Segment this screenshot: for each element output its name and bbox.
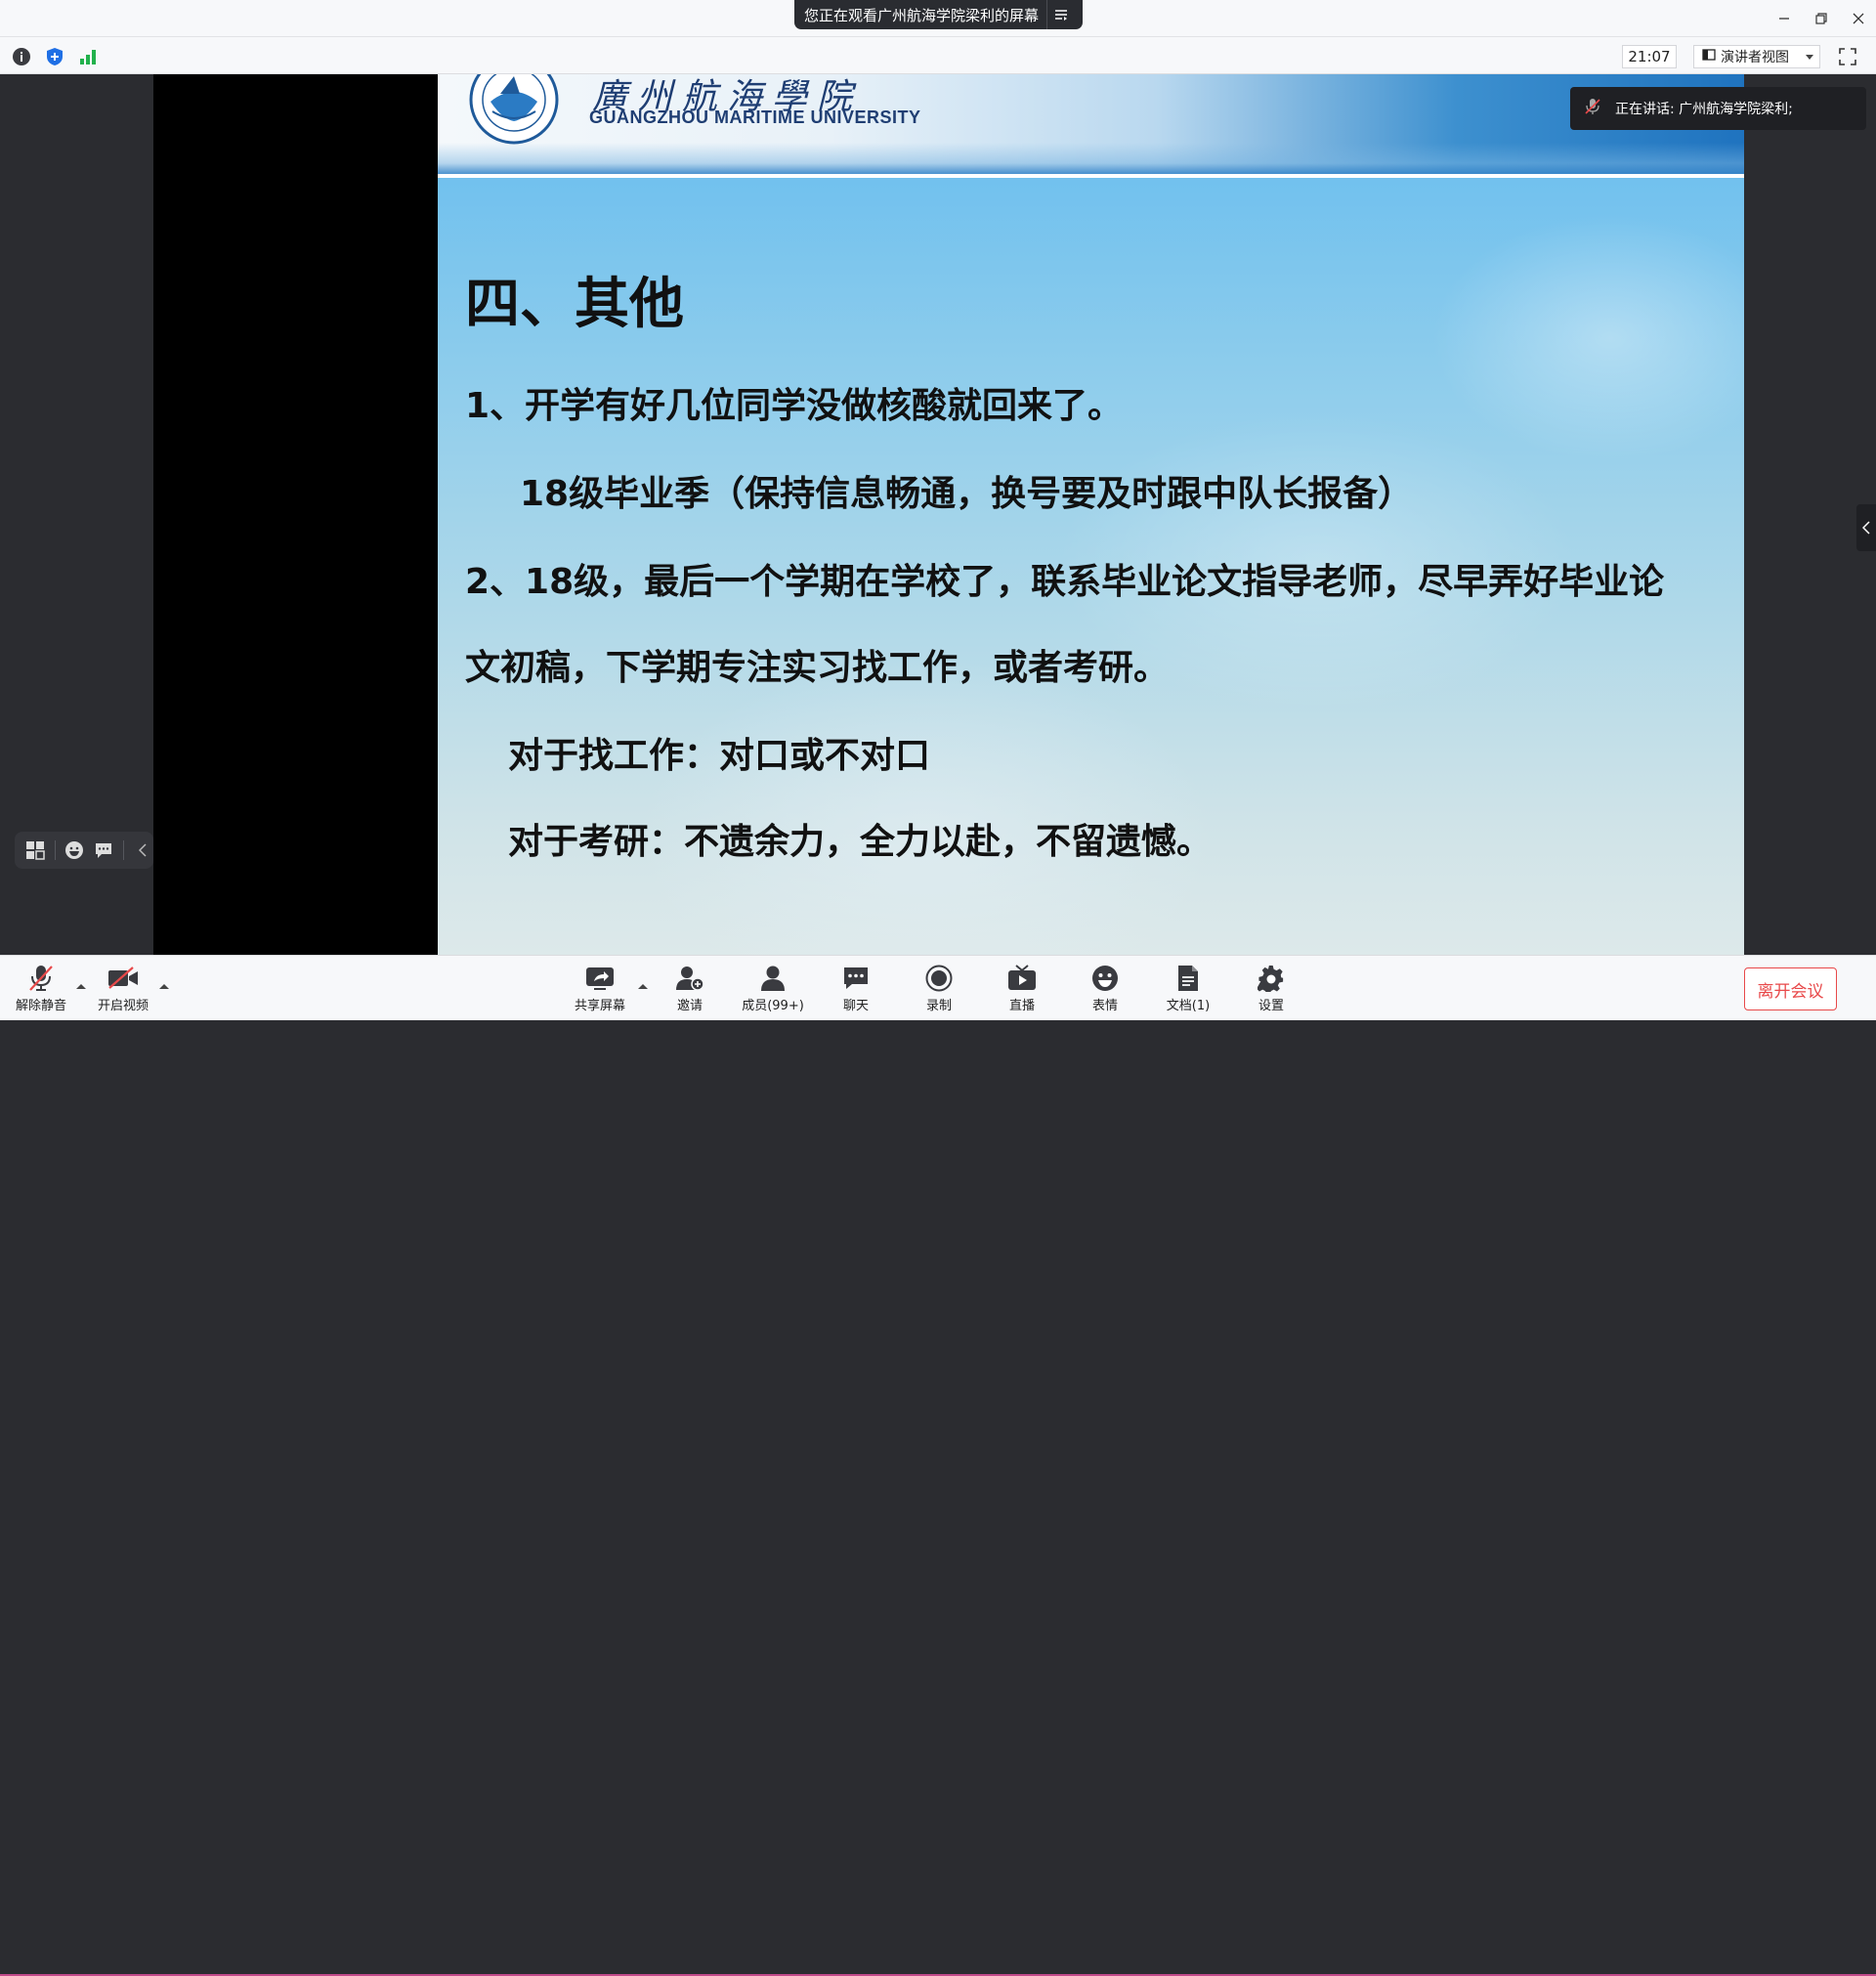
side-panel-toggle[interactable] [1856, 504, 1876, 551]
live-button[interactable]: 直播 [983, 964, 1061, 1013]
chat-bubble-icon[interactable] [93, 838, 115, 863]
members-label: 成员(99+) [742, 999, 804, 1013]
start-video-button[interactable]: 开启视频 [84, 964, 162, 1013]
meeting-timer: 21:07 [1622, 45, 1677, 68]
slide-line: 18级毕业季（保持信息畅通，换号要及时跟中队长报备） [520, 474, 1414, 514]
video-off-icon [107, 964, 139, 993]
record-icon [923, 964, 955, 993]
invite-button[interactable]: 邀请 [651, 964, 729, 1013]
gear-icon [1256, 964, 1287, 993]
members-button[interactable]: 成员(99+) [734, 964, 812, 1013]
floating-toolbar [15, 832, 153, 869]
active-speaker-text: 正在讲话: 广州航海学院梁利; [1615, 102, 1793, 117]
slide-line: 对于考研：不遗余力，全力以赴，不留遗憾。 [508, 822, 1213, 862]
add-user-icon [674, 964, 705, 993]
screen-share-banner-text: 您正在观看广州航海学院梁利的屏幕 [804, 6, 1040, 24]
chat-icon [840, 964, 872, 993]
layout-grid-icon[interactable] [24, 838, 47, 863]
invite-label: 邀请 [676, 999, 703, 1013]
view-mode-dropdown[interactable]: 演讲者视图 [1693, 45, 1820, 68]
screen-share-banner: 您正在观看广州航海学院梁利的屏幕 [794, 0, 1083, 29]
meeting-toolbar: 解除静音 开启视频 共享屏幕 邀请 成员(99+) 聊天 录制 直播 表情 文档… [0, 955, 1876, 1976]
minimize-icon[interactable] [1773, 8, 1795, 29]
close-icon[interactable] [1848, 8, 1869, 29]
fullscreen-icon[interactable] [1838, 47, 1857, 66]
share-screen-label: 共享屏幕 [574, 999, 625, 1013]
chevron-down-icon [1806, 49, 1813, 64]
slide-header: 廣州航海學院 GUANGZHOU MARITIME UNIVERSITY [438, 74, 1744, 178]
chat-button[interactable]: 聊天 [817, 964, 895, 1013]
muted-mic-icon [1584, 98, 1601, 119]
shared-screen: 廣州航海學院 GUANGZHOU MARITIME UNIVERSITY 四、其… [153, 74, 1744, 955]
university-seal-icon [461, 74, 567, 145]
unmute-button[interactable]: 解除静音 [2, 964, 80, 1013]
video-stage: 廣州航海學院 GUANGZHOU MARITIME UNIVERSITY 四、其… [0, 74, 1876, 955]
members-icon [757, 964, 789, 993]
speaker-view-icon [1702, 48, 1716, 65]
share-screen-icon [584, 964, 616, 993]
documents-button[interactable]: 文档(1) [1149, 964, 1227, 1013]
university-name-en: GUANGZHOU MARITIME UNIVERSITY [589, 107, 921, 127]
document-icon [1172, 964, 1204, 993]
share-screen-button[interactable]: 共享屏幕 [561, 964, 639, 1013]
unmute-label: 解除静音 [15, 999, 66, 1013]
reactions-label: 表情 [1091, 999, 1118, 1013]
muted-mic-icon [25, 964, 57, 993]
live-stream-icon [1006, 964, 1038, 993]
documents-label: 文档(1) [1166, 999, 1211, 1013]
start-video-label: 开启视频 [97, 999, 149, 1013]
slide-line: 2、18级，最后一个学期在学校了，联系毕业论文指导老师，尽早弄好毕业论 [465, 562, 1665, 602]
record-button[interactable]: 录制 [900, 964, 978, 1013]
banner-menu-icon[interactable] [1046, 0, 1074, 29]
title-bar: 您正在观看广州航海学院梁利的屏幕 [0, 0, 1876, 37]
presentation-slide: 廣州航海學院 GUANGZHOU MARITIME UNIVERSITY 四、其… [438, 74, 1744, 955]
record-label: 录制 [925, 999, 952, 1013]
collapse-icon[interactable] [131, 838, 153, 863]
shield-icon[interactable] [44, 46, 65, 67]
restore-icon[interactable] [1811, 8, 1832, 29]
slide-title: 四、其他 [465, 273, 684, 336]
emoji-icon[interactable] [63, 838, 85, 863]
slide-line: 1、开学有好几位同学没做核酸就回来了。 [465, 386, 1124, 426]
settings-button[interactable]: 设置 [1232, 964, 1310, 1013]
slide-line: 文初稿，下学期专注实习找工作，或者考研。 [465, 648, 1170, 688]
meeting-info-bar: 21:07 演讲者视图 [0, 37, 1876, 74]
slide-line: 对于找工作：对口或不对口 [508, 736, 931, 776]
share-options-caret-icon[interactable] [637, 975, 649, 989]
smiley-icon [1089, 964, 1121, 993]
active-speaker-indicator: 正在讲话: 广州航海学院梁利; [1570, 87, 1866, 130]
signal-strength-icon[interactable] [77, 46, 99, 67]
settings-label: 设置 [1258, 999, 1284, 1013]
reactions-button[interactable]: 表情 [1066, 964, 1144, 1013]
info-icon[interactable] [11, 46, 32, 67]
live-label: 直播 [1008, 999, 1035, 1013]
chat-label: 聊天 [842, 999, 869, 1013]
leave-meeting-button[interactable]: 离开会议 [1744, 967, 1837, 1010]
view-mode-label: 演讲者视图 [1721, 50, 1789, 65]
video-options-caret-icon[interactable] [158, 975, 170, 989]
